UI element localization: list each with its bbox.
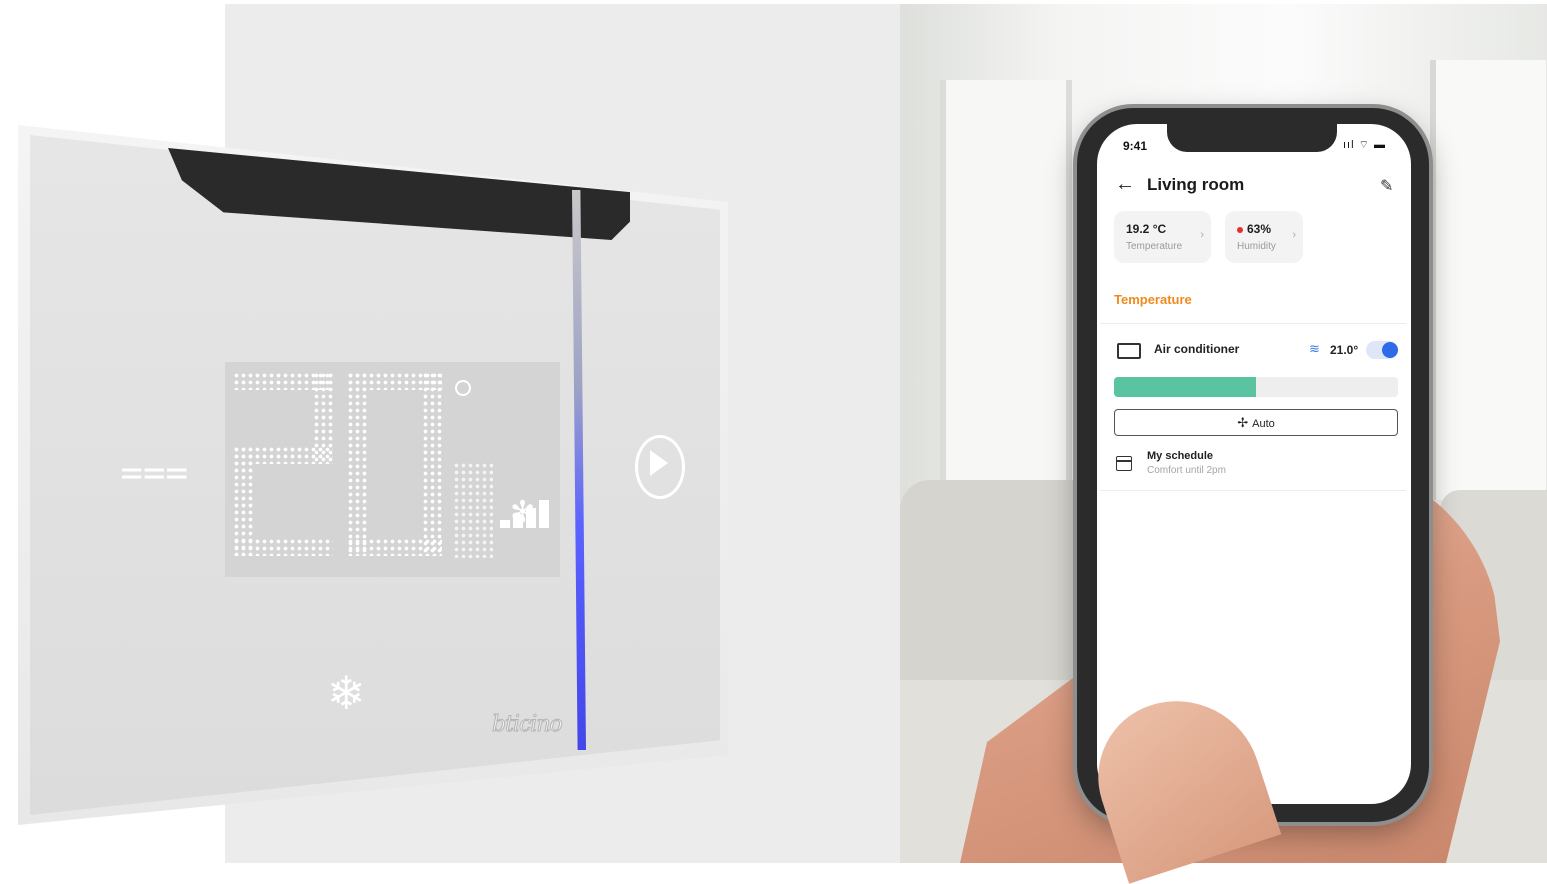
- schedule-subtitle: Comfort until 2pm: [1147, 465, 1226, 476]
- chevron-right-icon: ›: [1292, 229, 1296, 241]
- decimal-digit: [453, 462, 493, 558]
- schedule-title[interactable]: My schedule: [1147, 450, 1213, 462]
- digit-two: [233, 538, 333, 556]
- thermostat-display: [225, 362, 560, 577]
- divider: [1100, 323, 1406, 324]
- air-conditioner-icon: [1117, 343, 1141, 359]
- mode-auto-button[interactable]: ✢ Auto: [1114, 409, 1398, 436]
- temperature-value: 19.2 °C: [1126, 222, 1167, 236]
- air-conditioner-label: Air conditioner: [1154, 342, 1240, 356]
- status-time: 9:41: [1123, 139, 1148, 153]
- brand-logo: bticino: [492, 712, 564, 738]
- digit-zero: [347, 372, 367, 556]
- wind-icon: ≋: [1309, 341, 1320, 356]
- humidity-label: Humidity: [1237, 241, 1276, 252]
- humidity-chip[interactable]: 63% Humidity ›: [1225, 211, 1303, 263]
- fan-icon: ✢: [1237, 415, 1249, 430]
- page-title: Living room: [1147, 175, 1245, 194]
- slider-fill: [1114, 377, 1256, 397]
- wifi-icon[interactable]: ⩶: [120, 450, 188, 490]
- humidity-value: 63%: [1237, 222, 1271, 236]
- window: [1430, 60, 1546, 500]
- ac-toggle-knob: [1382, 342, 1398, 358]
- digit-zero: [422, 372, 442, 556]
- chevron-right-icon: ›: [1200, 229, 1204, 241]
- alert-dot: [1237, 226, 1243, 233]
- digit-zero: [347, 538, 442, 556]
- arrow-left-icon[interactable]: ←: [1115, 173, 1135, 196]
- temperature-label: Temperature: [1126, 241, 1183, 252]
- pencil-icon[interactable]: ✎: [1380, 176, 1393, 196]
- snowflake-icon[interactable]: ❄: [327, 668, 366, 718]
- setpoint-value: 21.0°: [1330, 343, 1359, 357]
- calendar-icon: [1116, 456, 1132, 471]
- divider: [1100, 490, 1406, 491]
- degree-symbol: [455, 380, 471, 396]
- play-icon: [650, 450, 668, 476]
- temperature-slider[interactable]: [1114, 377, 1398, 397]
- temperature-chip[interactable]: 19.2 °C Temperature ›: [1114, 211, 1211, 263]
- mode-auto-content: ✢ Auto: [1237, 415, 1275, 430]
- status-icons: ııl ⌔ ▬: [1343, 139, 1387, 151]
- section-title: Temperature: [1114, 292, 1192, 307]
- phone-notch: [1167, 122, 1337, 152]
- window: [940, 80, 1072, 500]
